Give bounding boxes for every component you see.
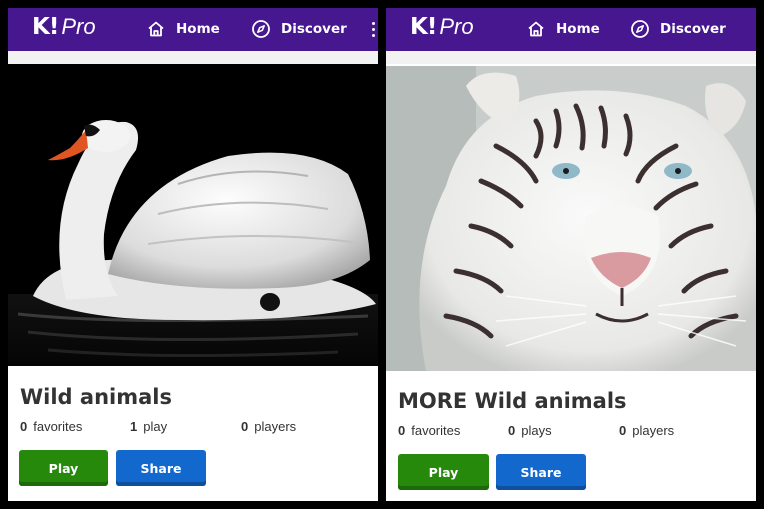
kahoot-title[interactable]: MORE Wild animals	[398, 389, 627, 413]
more-menu-icon[interactable]	[372, 22, 376, 38]
favorites-stat: 0 favorites	[398, 423, 460, 438]
kahoot-stats: 0 favorites 1 play 0 players	[20, 419, 370, 437]
sub-header-strip	[8, 51, 378, 64]
players-stat: 0 players	[619, 423, 674, 438]
plays-stat: 1 play	[130, 419, 167, 434]
favorites-count: 0	[20, 419, 28, 434]
kahoot-stats: 0 favorites 0 plays 0 players	[398, 423, 748, 441]
compass-icon	[252, 20, 270, 38]
nav-home-link[interactable]: Home	[526, 16, 600, 42]
players-stat: 0 players	[241, 419, 296, 434]
kahoot-card-right: K! Pro Home Discover MORE Wild animals 0…	[386, 8, 756, 501]
nav-discover-label: Discover	[281, 21, 347, 37]
top-nav-bar: K! Pro Home Discover	[386, 8, 756, 51]
favorites-stat: 0 favorites	[20, 419, 82, 434]
plays-stat: 0 plays	[508, 423, 552, 438]
players-count: 0	[241, 419, 249, 434]
top-nav-bar: K! Pro Home Discover	[8, 8, 378, 51]
share-button[interactable]: Share	[116, 450, 206, 486]
players-label: players	[632, 423, 675, 438]
share-button[interactable]: Share	[496, 454, 586, 490]
nav-home-label: Home	[176, 21, 220, 37]
plays-count: 0	[508, 423, 516, 438]
sub-header-strip	[386, 51, 756, 64]
nav-home-label: Home	[556, 21, 600, 37]
favorites-label: favorites	[411, 423, 461, 438]
players-count: 0	[619, 423, 627, 438]
kahoot-pro-logo[interactable]: K! Pro	[32, 14, 96, 44]
plays-label: play	[143, 419, 168, 434]
kahoot-title[interactable]: Wild animals	[20, 385, 172, 409]
favorites-label: favorites	[33, 419, 83, 434]
compass-icon	[631, 20, 649, 38]
swan-photo	[8, 64, 378, 366]
favorites-count: 0	[398, 423, 406, 438]
home-icon	[528, 21, 544, 37]
home-icon	[148, 21, 164, 37]
players-label: players	[254, 419, 297, 434]
nav-home-link[interactable]: Home	[146, 16, 220, 42]
nav-discover-link[interactable]: Discover	[251, 16, 347, 42]
plays-count: 1	[130, 419, 138, 434]
logo-mark: K!	[410, 14, 437, 40]
play-button[interactable]: Play	[398, 454, 489, 490]
logo-mark: K!	[32, 14, 59, 40]
kahoot-pro-logo[interactable]: K! Pro	[410, 14, 474, 44]
nav-discover-link[interactable]: Discover	[630, 16, 726, 42]
nav-discover-label: Discover	[660, 21, 726, 37]
logo-suffix: Pro	[439, 14, 474, 39]
logo-suffix: Pro	[61, 14, 96, 39]
play-button[interactable]: Play	[19, 450, 108, 486]
white-tiger-photo	[386, 66, 756, 371]
kahoot-card-left: K! Pro Home Discover Wild animals 0 favo…	[8, 8, 378, 501]
plays-label: plays	[521, 423, 552, 438]
